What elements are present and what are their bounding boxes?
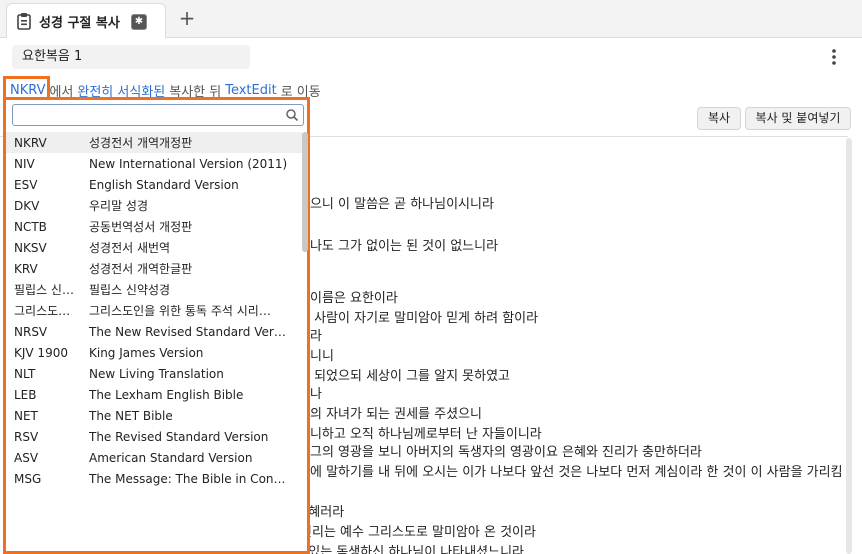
version-code: ESV xyxy=(14,177,38,192)
version-name: 성경전서 새번역 xyxy=(89,241,171,255)
version-name: New International Version (2011) xyxy=(89,156,288,171)
verse-text: 나 xyxy=(310,387,322,402)
version-code: LEB xyxy=(14,387,37,402)
reference-input[interactable]: 요한복음 1 xyxy=(12,45,250,69)
extension-icon[interactable]: ✱ xyxy=(131,14,147,30)
verse-row: 셨으니 이 말씀은 곧 하나님이시니라 xyxy=(298,193,494,213)
version-name: 필립스 신약성경 xyxy=(89,283,171,297)
version-option[interactable]: MSG The Message: The Bible in Contem… xyxy=(6,468,302,489)
version-code: NRSV xyxy=(14,324,48,339)
version-option[interactable]: NKSV 성경전서 새번역 xyxy=(6,237,302,258)
version-code: 필립스 신… xyxy=(14,283,74,297)
version-option[interactable]: LEB The Lexham English Bible xyxy=(6,384,302,405)
version-option[interactable]: 필립스 신… 필립스 신약성경 xyxy=(6,279,302,300)
version-name: The Revised Standard Version xyxy=(89,429,269,444)
version-code: RSV xyxy=(14,429,39,444)
verse-row: 나 xyxy=(310,383,322,403)
version-name: 성경전서 개역개정판 xyxy=(89,136,193,150)
verse-text: 에 말하기를 내 뒤에 오시는 이가 나보다 앞선 것은 나보다 먼저 계심이라… xyxy=(310,465,843,480)
verse-text: 셨으니 이 말씀은 곧 하나님이시니라 xyxy=(298,197,494,212)
tab-title: 성경 구절 복사 xyxy=(39,15,120,31)
version-option[interactable]: NCTB 공동번역성서 개정판 xyxy=(6,216,302,237)
clipboard-icon xyxy=(17,12,31,30)
version-code: DKV xyxy=(14,198,40,213)
copy-paste-button[interactable]: 복사 및 붙여넣기 xyxy=(745,107,851,130)
version-code: NKRV xyxy=(14,135,47,150)
version-code: NLT xyxy=(14,366,36,381)
version-name: The New Revised Standard Version xyxy=(89,324,289,339)
verse-row: 이름은 요한이라 xyxy=(310,287,398,307)
verse-text: 하나도 그가 없이는 된 것이 없느니라 xyxy=(298,239,499,254)
version-code: MSG xyxy=(14,471,42,486)
plus-icon[interactable]: + xyxy=(176,7,198,29)
verse-row: 라 xyxy=(310,325,322,345)
version-code: NKSV xyxy=(14,240,47,255)
version-option[interactable]: NRSV The New Revised Standard Version xyxy=(6,321,302,342)
version-name: King James Version xyxy=(89,345,204,360)
version-name: The Lexham English Bible xyxy=(89,387,244,402)
verse-row: 니니 xyxy=(310,345,334,365)
version-code: KRV xyxy=(14,261,38,276)
version-name: The NET Bible xyxy=(89,408,173,423)
version-name: New Living Translation xyxy=(89,366,224,381)
verse-text: 그의 영광을 보니 아버지의 독생자의 영광이요 은혜와 진리가 충만하더라 xyxy=(310,445,702,460)
verse-text: 라 xyxy=(310,329,322,344)
verse-row: 는 사람이 자기로 말미암아 믿게 하려 함이라 xyxy=(298,307,538,327)
version-option[interactable]: NKRV 성경전서 개역개정판 xyxy=(6,132,302,153)
version-option[interactable]: 그리스도… 그리스도인을 위한 통독 주석 시리… xyxy=(6,300,302,321)
verse-text: 는 사람이 자기로 말미암아 믿게 하려 함이라 xyxy=(298,311,539,326)
version-code: KJV 1900 xyxy=(14,345,68,360)
version-option[interactable]: KJV 1900 King James Version xyxy=(6,342,302,363)
verse-text: 아니하고 오직 하나님께로부터 난 자들이니라 xyxy=(298,427,542,442)
verse-row: 에 말하기를 내 뒤에 오시는 이가 나보다 앞선 것은 나보다 먼저 계심이라… xyxy=(310,461,843,481)
version-list-scrollbar[interactable] xyxy=(302,132,308,252)
verse-scrollbar[interactable] xyxy=(846,138,852,554)
verse-text: 의 자녀가 되는 권세를 주셨으니 xyxy=(310,407,483,422)
tab-bar: 성경 구절 복사 ✱ + xyxy=(0,0,862,38)
version-name: 우리말 성경 xyxy=(89,199,149,213)
verse-text: 바 되었으되 세상이 그를 알지 못하였고 xyxy=(298,369,511,384)
verse-text: 이름은 요한이라 xyxy=(310,291,398,306)
more-vertical-icon[interactable] xyxy=(828,46,840,68)
version-name: 그리스도인을 위한 통독 주석 시리… xyxy=(89,304,271,318)
version-code: 그리스도… xyxy=(14,304,71,318)
version-code: NIV xyxy=(14,156,35,171)
verse-row: 하나도 그가 없이는 된 것이 없느니라 xyxy=(298,235,498,255)
version-code: ASV xyxy=(14,450,39,465)
verse-row: 그의 영광을 보니 아버지의 독생자의 영광이요 은혜와 진리가 충만하더라 xyxy=(310,441,702,461)
tab-bible-copy[interactable]: 성경 구절 복사 ✱ xyxy=(6,3,166,38)
version-search-input[interactable] xyxy=(12,104,304,126)
version-name: 공동번역성서 개정판 xyxy=(89,220,193,234)
version-name: English Standard Version xyxy=(89,177,239,192)
version-code: NET xyxy=(14,408,38,423)
verse-row: 아니하고 오직 하나님께로부터 난 자들이니라 xyxy=(298,423,542,443)
version-option[interactable]: KRV 성경전서 개역한글판 xyxy=(6,258,302,279)
version-option[interactable]: RSV The Revised Standard Version xyxy=(6,426,302,447)
verse-text: 니니 xyxy=(310,349,334,364)
verse-row: 의 자녀가 되는 권세를 주셨으니 xyxy=(310,403,482,423)
verse-row: 바 되었으되 세상이 그를 알지 못하였고 xyxy=(298,365,510,385)
version-option[interactable]: NET The NET Bible xyxy=(6,405,302,426)
version-name: 성경전서 개역한글판 xyxy=(89,262,193,276)
version-name: American Standard Version xyxy=(89,450,253,465)
copy-button[interactable]: 복사 xyxy=(697,107,741,130)
app-link[interactable]: TextEdit xyxy=(225,83,276,98)
version-dropdown: NKRV 성경전서 개역개정판 NIV New International Versi… xyxy=(3,97,310,554)
version-code: NCTB xyxy=(14,219,47,234)
version-option[interactable]: ASV American Standard Version xyxy=(6,447,302,468)
version-name: The Message: The Bible in Contem… xyxy=(89,471,289,486)
version-option[interactable]: NIV New International Version (2011) xyxy=(6,153,302,174)
version-option[interactable]: DKV 우리말 성경 xyxy=(6,195,302,216)
search-icon xyxy=(285,108,299,122)
version-option[interactable]: NLT New Living Translation xyxy=(6,363,302,384)
version-option[interactable]: ESV English Standard Version xyxy=(6,174,302,195)
